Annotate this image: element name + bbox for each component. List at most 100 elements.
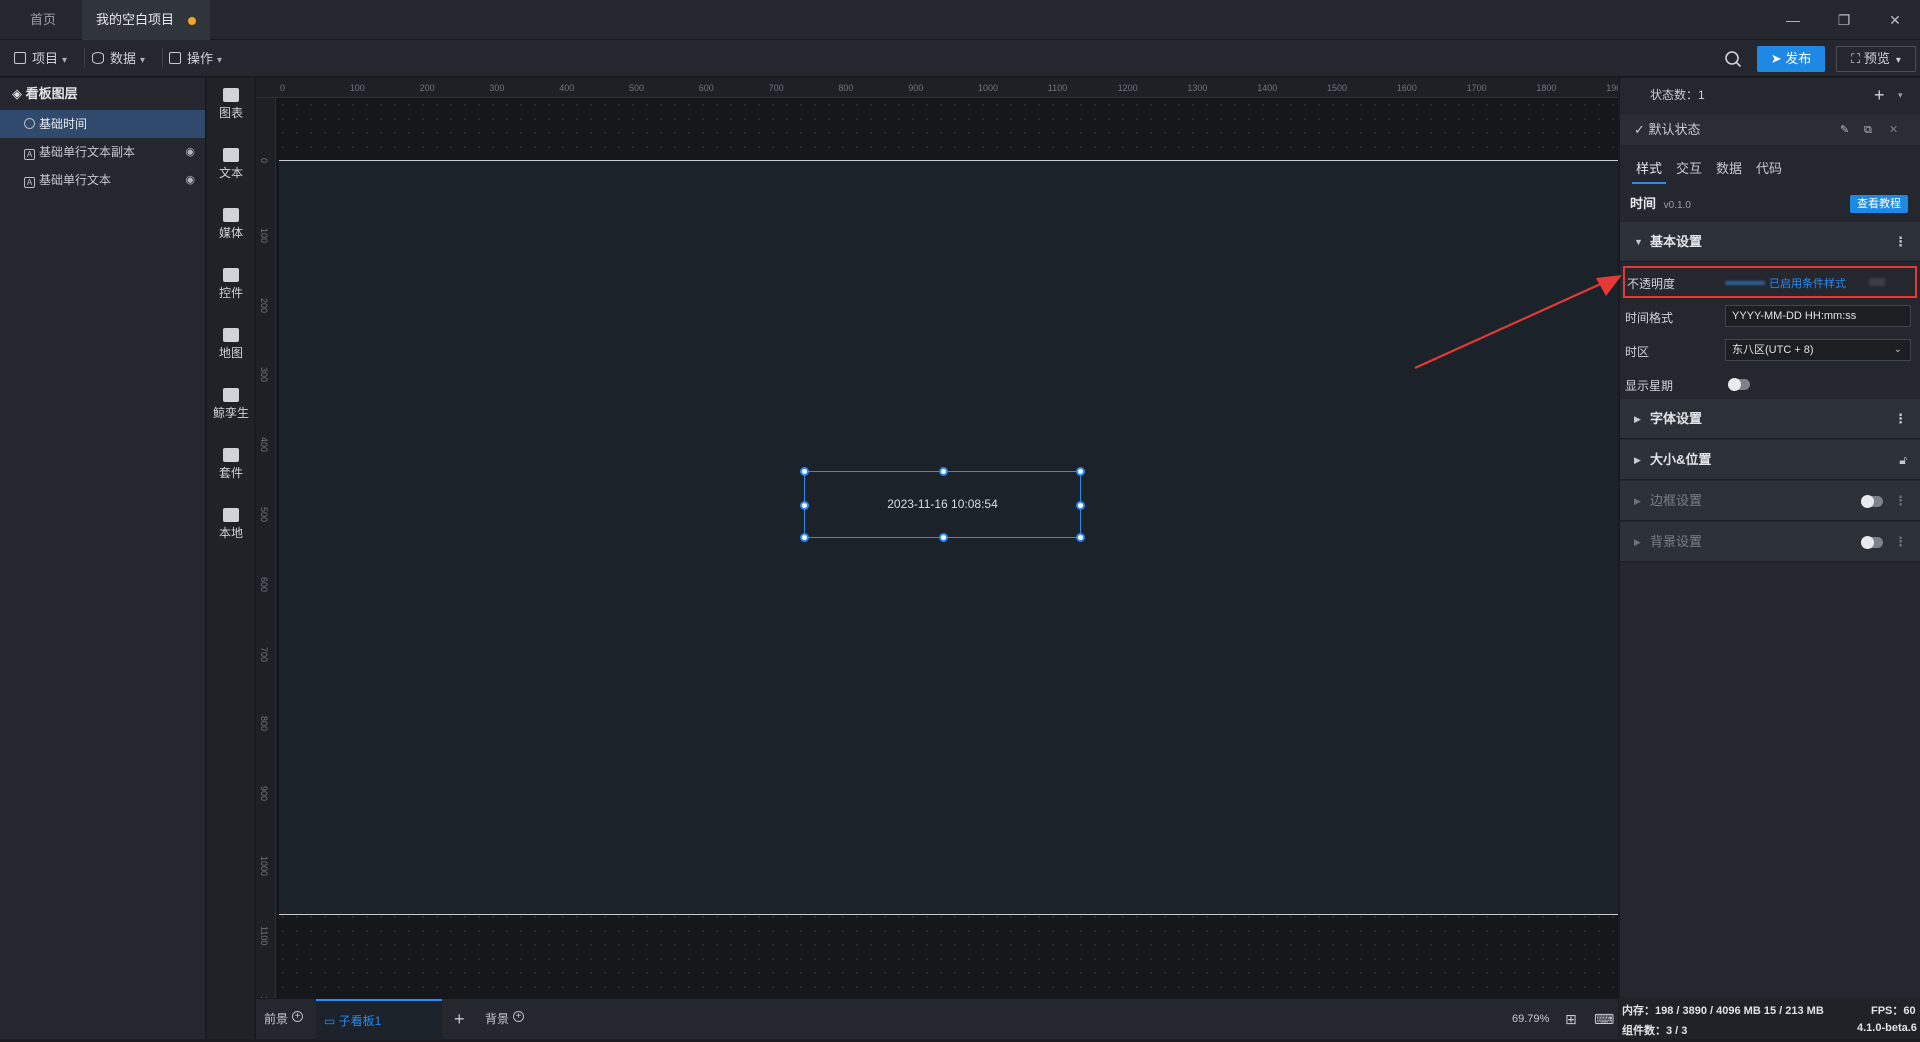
resize-handle[interactable] [800, 533, 809, 542]
chevron-down-icon[interactable]: ▾ [1898, 78, 1903, 112]
ruler-tick-label: 800 [838, 83, 854, 93]
add-circle-icon[interactable]: + [292, 1011, 304, 1022]
layer-item-label: 基础单行文本副本 [39, 145, 136, 159]
show-week-toggle[interactable] [1728, 378, 1750, 391]
tutorial-button[interactable]: 查看教程 [1850, 195, 1908, 213]
background-toggle[interactable] [1861, 536, 1883, 549]
ruler-tick-label: 1100 [1047, 83, 1068, 93]
section-border-label: 边框设置 [1650, 493, 1703, 508]
tab-data[interactable]: 数据 [1716, 154, 1742, 184]
comp-label: 套件 [218, 466, 243, 480]
opacity-value-box[interactable] [1869, 278, 1885, 286]
comp-kit[interactable]: 套件 [207, 448, 255, 481]
title-bar: 首页 我的空白项目 — ❐ ✕ [0, 0, 1920, 40]
board-tab[interactable]: ▭ 子看板1 [316, 999, 442, 1040]
background-tab[interactable]: 背景 + [485, 999, 525, 1040]
time-display: 2023-11-16 10:08:54 [887, 497, 998, 511]
search-icon[interactable] [1724, 50, 1742, 68]
fit-screen-icon[interactable]: ⊞ [1565, 999, 1577, 1040]
time-format-input[interactable]: YYYY-MM-DD HH:mm:ss [1725, 305, 1911, 327]
resize-handle[interactable] [939, 533, 948, 542]
comp-map[interactable]: 地图 [207, 328, 255, 361]
minimize-icon[interactable]: — [1781, 8, 1805, 32]
tab-interaction[interactable]: 交互 [1676, 154, 1702, 184]
chevron-down-icon: ▾ [1895, 55, 1901, 66]
preview-label: 预览 [1863, 51, 1890, 66]
layer-item[interactable]: 基础时间 [0, 110, 205, 138]
restore-icon[interactable]: ❐ [1832, 8, 1856, 32]
layer-item[interactable]: A 基础单行文本 ◉ [0, 166, 205, 194]
more-vertical-icon[interactable]: ⋮ [1894, 399, 1907, 439]
section-background[interactable]: ▶ 背景设置 ⋮ [1620, 522, 1920, 562]
default-state-label: 默认状态 [1648, 122, 1701, 137]
text-icon: A [24, 149, 35, 160]
timezone-select[interactable]: 东八区(UTC + 8) ⌄ [1725, 339, 1911, 361]
tab-home[interactable]: 首页 [16, 0, 70, 40]
state-count: 状态数：1 [1650, 88, 1705, 102]
publish-button[interactable]: ➤ 发布 [1757, 46, 1825, 72]
opacity-slider[interactable] [1725, 281, 1765, 285]
section-font[interactable]: ▶ 字体设置 ⋮ [1620, 399, 1920, 439]
section-border[interactable]: ▶ 边框设置 ⋮ [1620, 481, 1920, 521]
default-state-row[interactable]: ✓ 默认状态 ✎ ⧉ ✕ [1620, 115, 1920, 145]
menu-operate[interactable]: 操作 ▾ [169, 40, 222, 77]
tab-code[interactable]: 代码 [1756, 154, 1782, 184]
tab-project[interactable]: 我的空白项目 [82, 0, 211, 40]
zoom-level[interactable]: 69.79% [1512, 999, 1549, 1040]
foreground-tab[interactable]: 前景 + [264, 999, 304, 1040]
foreground-label: 前景 [264, 1012, 289, 1026]
component-count: 组件数：3 / 3 [1622, 1025, 1688, 1037]
edit-icon[interactable]: ✎ [1840, 115, 1849, 145]
more-vertical-icon[interactable]: ⋮ [1894, 222, 1907, 262]
comp-media[interactable]: 媒体 [207, 208, 255, 241]
ruler-tick-label: 700 [768, 83, 784, 93]
comp-chart[interactable]: 图表 [207, 88, 255, 121]
comp-local[interactable]: 本地 [207, 508, 255, 541]
section-basic[interactable]: ▼ 基本设置 ⋮ [1620, 222, 1920, 262]
ruler-tick-label: 500 [629, 83, 645, 93]
tab-style[interactable]: 样式 [1632, 154, 1667, 184]
add-circle-icon[interactable]: + [513, 1011, 525, 1022]
add-board-button[interactable]: + [454, 999, 465, 1040]
delete-icon[interactable]: ✕ [1889, 115, 1898, 145]
resize-handle[interactable] [939, 467, 948, 476]
lock-icon[interactable]: 🔓︎ [1899, 440, 1907, 480]
preview-button[interactable]: ⛶ 预览 ▾ [1836, 46, 1916, 72]
copy-icon[interactable]: ⧉ [1864, 115, 1872, 145]
chevron-down-icon: ▾ [62, 55, 68, 66]
keyboard-icon[interactable]: ⌨ [1594, 999, 1614, 1040]
style-tabs: 样式 交互 数据 代码 [1620, 154, 1920, 184]
comp-twin[interactable]: 鲸孪生 [207, 388, 255, 421]
clock-icon [24, 118, 35, 129]
eye-hidden-icon[interactable]: ◉ [185, 138, 195, 166]
fps-readout: FPS：60 [1871, 1005, 1916, 1017]
chart-icon [223, 88, 239, 102]
ruler-tick-label: 500 [259, 507, 269, 523]
more-vertical-icon[interactable]: ⋮ [1894, 522, 1907, 562]
menu-project[interactable]: 项目 ▾ [14, 40, 67, 77]
more-vertical-icon[interactable]: ⋮ [1894, 481, 1907, 521]
add-state-icon[interactable]: + [1874, 78, 1885, 112]
ruler-tick-label: 600 [698, 83, 714, 93]
close-icon[interactable]: ✕ [1883, 8, 1907, 32]
ruler-tick-label: 1500 [1327, 83, 1348, 93]
comp-control[interactable]: 控件 [207, 268, 255, 301]
opacity-row-highlight: 不透明度 已启用条件样式 [1623, 266, 1917, 298]
resize-handle[interactable] [800, 501, 809, 510]
selected-time-component[interactable]: 2023-11-16 10:08:54 [800, 467, 1085, 542]
menu-data[interactable]: 数据 ▾ [92, 40, 145, 77]
resize-handle[interactable] [1076, 533, 1085, 542]
resize-handle[interactable] [1076, 467, 1085, 476]
resize-handle[interactable] [800, 467, 809, 476]
comp-text[interactable]: 文本 [207, 148, 255, 181]
ruler-tick-label: 1300 [1187, 83, 1208, 93]
bottom-bar: 前景 + ▭ 子看板1 + 背景 + 69.79% ⊞ ⌨ [256, 998, 1618, 1040]
section-size-position[interactable]: ▶ 大小&位置 🔓︎ [1620, 440, 1920, 480]
eye-hidden-icon[interactable]: ◉ [185, 166, 195, 194]
properties-panel: 状态数：1 + ▾ ✓ 默认状态 ✎ ⧉ ✕ 样式 交互 数据 代码 时间 v0… [1619, 78, 1920, 1039]
unsaved-dot-icon [188, 16, 197, 25]
canvas-area[interactable]: 0 100 200 300 400 500 600 700 800 900 1000 1100 1200… [256, 78, 1618, 998]
resize-handle[interactable] [1076, 501, 1085, 510]
border-toggle[interactable] [1861, 495, 1883, 508]
layer-item[interactable]: A 基础单行文本副本 ◉ [0, 138, 205, 166]
